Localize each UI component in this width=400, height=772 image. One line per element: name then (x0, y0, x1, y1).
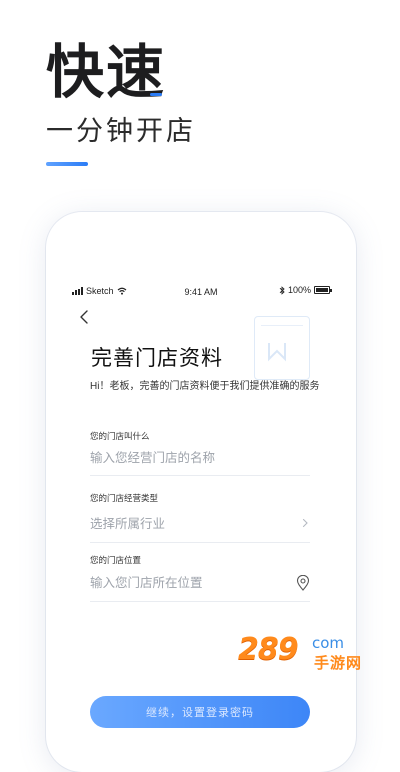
location-field: 您的门店位置 (90, 554, 310, 602)
status-right: 100% (279, 285, 332, 295)
watermark-chinese: 手游网 (314, 654, 363, 672)
battery-percent: 100% (287, 285, 311, 295)
hero-accent-stroke (150, 93, 163, 96)
back-button[interactable] (76, 308, 94, 326)
store-name-input-row (90, 451, 310, 476)
hero-subtitle: 一分钟开店 (46, 116, 196, 146)
chevron-right-icon (302, 518, 308, 527)
location-input[interactable] (90, 576, 280, 590)
industry-field: 您的门店经营类型 选择所属行业 (90, 492, 310, 543)
bluetooth-icon (279, 285, 285, 295)
continue-button[interactable]: 继续，设置登录密码 (90, 696, 310, 728)
document-icon (268, 343, 286, 362)
form-title: 完善门店资料 (91, 347, 223, 370)
hero-title: 快速 (46, 44, 166, 102)
status-bar: Sketch 9:41 AM 100% (46, 284, 356, 300)
battery-icon (314, 286, 332, 294)
industry-placeholder: 选择所属行业 (90, 517, 166, 531)
location-label: 您的门店位置 (90, 555, 142, 565)
location-input-row (90, 575, 310, 602)
industry-label: 您的门店经营类型 (90, 493, 159, 503)
watermark-logo: 289 com 手游网 (238, 632, 388, 672)
store-name-label: 您的门店叫什么 (90, 431, 150, 441)
store-name-input[interactable] (90, 451, 280, 465)
hero-title-text: 快速 (46, 40, 167, 105)
watermark-number: 289 (238, 632, 299, 667)
location-pin-icon[interactable] (296, 575, 310, 591)
form-subtitle: Hi！老板，完善的门店资料便于我们提供准确的服务 (90, 381, 320, 392)
phone-mockup: Sketch 9:41 AM 100% 完善门店资料 Hi！老板，完善的门店资料… (46, 212, 356, 772)
watermark-domain: com (312, 634, 345, 652)
decorative-document-illustration (254, 316, 310, 380)
industry-select[interactable]: 选择所属行业 (90, 513, 310, 543)
store-name-field: 您的门店叫什么 (90, 430, 310, 476)
hero-accent-bar (46, 162, 88, 166)
chevron-left-icon (80, 310, 88, 324)
